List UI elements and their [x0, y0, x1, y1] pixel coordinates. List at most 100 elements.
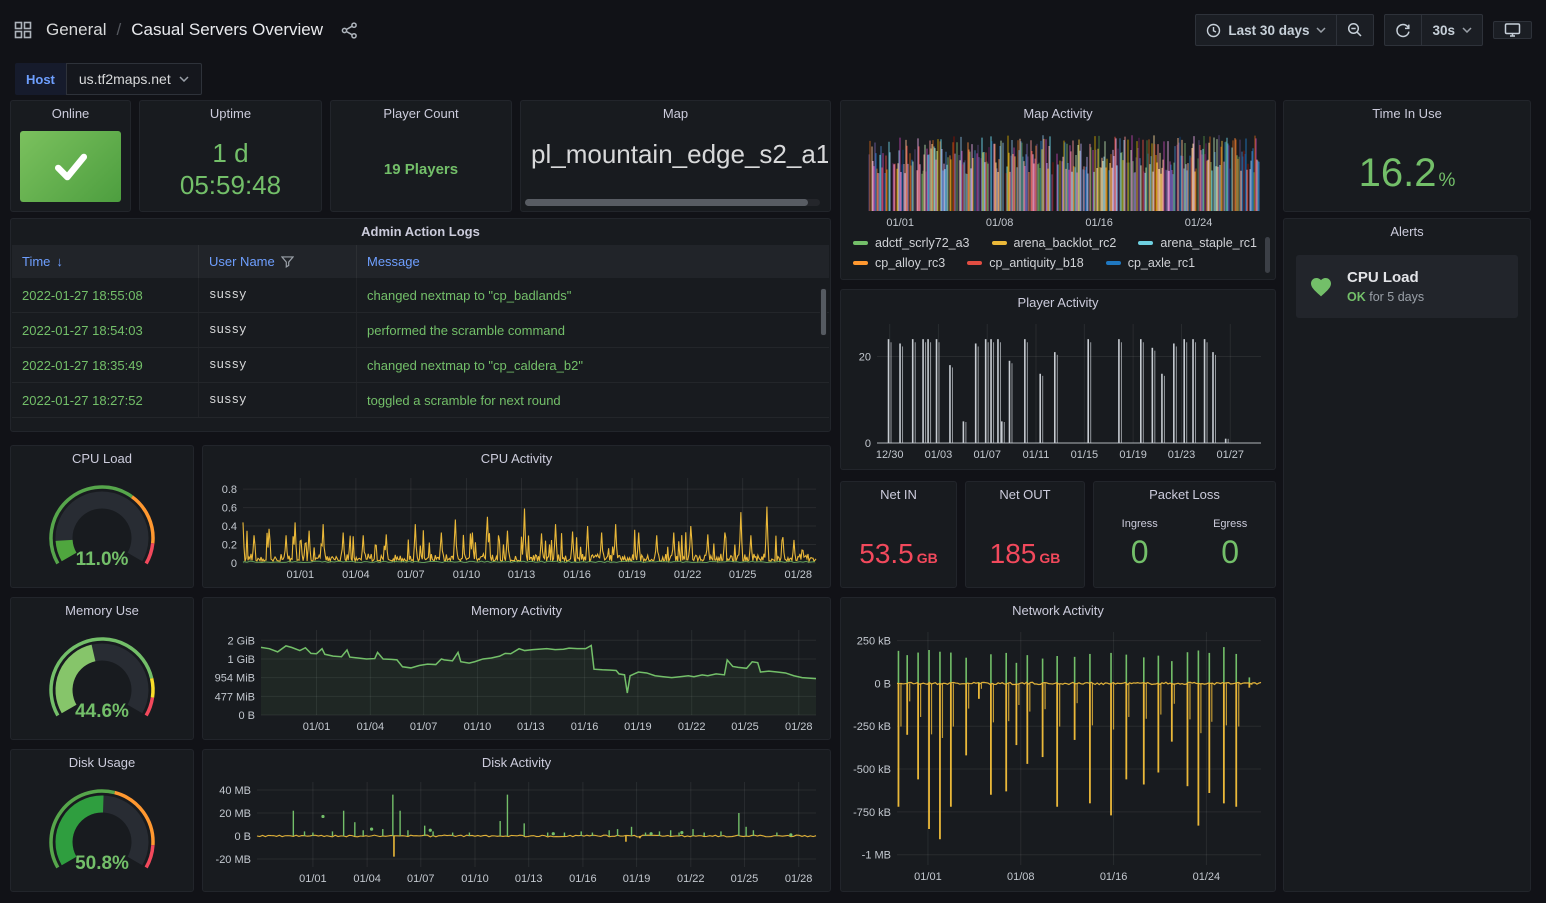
table-row[interactable]: 2022-01-27 18:35:49sussychanged nextmap …: [12, 348, 829, 383]
svg-text:01/16: 01/16: [569, 873, 597, 885]
panel-title-memory-activity[interactable]: Memory Activity: [203, 598, 830, 624]
table-vertical-scrollbar[interactable]: [820, 288, 827, 336]
refresh-interval-picker[interactable]: 30s: [1422, 14, 1483, 46]
table-row[interactable]: 2022-01-27 18:27:52sussytoggled a scramb…: [12, 383, 829, 418]
legend-item[interactable]: arena_staple_rc1: [1138, 236, 1257, 250]
map-horizontal-scrollbar[interactable]: [525, 199, 820, 206]
panel-title-packet-loss[interactable]: Packet Loss: [1094, 482, 1275, 508]
svg-text:-500 kB: -500 kB: [853, 764, 891, 776]
chevron-down-icon: [1316, 27, 1326, 33]
chevron-down-icon: [1462, 27, 1472, 33]
panel-memory-activity: Memory Activity 0 B477 MiB954 MiB1 GiB2 …: [202, 597, 831, 740]
legend-item[interactable]: arena_backlot_rc2: [992, 236, 1117, 250]
svg-text:-750 kB: -750 kB: [853, 807, 891, 819]
panel-title-net-out[interactable]: Net OUT: [966, 482, 1084, 508]
svg-text:01/01: 01/01: [886, 217, 914, 229]
packet-loss-egress-value: 0: [1213, 534, 1247, 571]
svg-text:01/22: 01/22: [674, 569, 702, 581]
svg-text:0.6: 0.6: [222, 503, 237, 515]
panel-title-network-activity[interactable]: Network Activity: [841, 598, 1275, 624]
log-message: changed nextmap to "cp_caldera_b2": [357, 348, 829, 382]
svg-text:01/27: 01/27: [1217, 449, 1245, 461]
alert-item[interactable]: CPU LoadOK for 5 days: [1296, 255, 1518, 318]
svg-text:01/08: 01/08: [986, 217, 1014, 229]
panel-title-player-activity[interactable]: Player Activity: [841, 290, 1275, 316]
legend-swatch: [992, 241, 1007, 245]
tv-mode-button[interactable]: [1493, 21, 1532, 39]
breadcrumb-dashboard-title[interactable]: Casual Servers Overview: [131, 20, 323, 40]
panel-packet-loss: Packet Loss Ingress 0 Egress 0: [1093, 481, 1276, 588]
svg-text:0.8: 0.8: [222, 484, 237, 496]
svg-text:0: 0: [865, 438, 871, 450]
legend-item[interactable]: cp_antiquity_b18: [967, 256, 1084, 270]
panel-title-memory-use[interactable]: Memory Use: [11, 598, 193, 624]
panel-title-disk-activity[interactable]: Disk Activity: [203, 750, 830, 776]
log-user: sussy: [199, 278, 357, 312]
table-row[interactable]: 2022-01-27 18:55:08sussychanged nextmap …: [12, 278, 829, 313]
panel-title-disk-usage[interactable]: Disk Usage: [11, 750, 193, 776]
memory-activity-chart[interactable]: 0 B477 MiB954 MiB1 GiB2 GiB01/0101/0401/…: [209, 624, 824, 735]
panel-title-admin-logs[interactable]: Admin Action Logs: [11, 219, 830, 245]
host-variable-value: us.tf2maps.net: [79, 71, 171, 87]
host-variable-dropdown[interactable]: us.tf2maps.net: [66, 63, 202, 95]
map-activity-chart[interactable]: 01/0101/0801/1601/24: [847, 129, 1267, 231]
panel-title-map-activity[interactable]: Map Activity: [841, 101, 1275, 127]
network-activity-chart[interactable]: 250 kB0 B-250 kB-500 kB-750 kB-1 MB01/01…: [847, 626, 1269, 885]
svg-text:01/25: 01/25: [731, 721, 759, 733]
panel-title-player-count[interactable]: Player Count: [331, 101, 511, 127]
log-user: sussy: [199, 383, 357, 417]
map-activity-legend: adctf_scrly72_a3 arena_backlot_rc2 arena_s…: [853, 233, 1259, 275]
panel-title-time-in-use[interactable]: Time In Use: [1284, 101, 1530, 127]
panel-alerts: Alerts CPU LoadOK for 5 days: [1283, 218, 1531, 892]
dashboards-grid-icon[interactable]: [14, 21, 32, 39]
panel-player-count: Player Count 19 Players: [330, 100, 512, 212]
svg-text:01/19: 01/19: [623, 873, 651, 885]
legend-item[interactable]: adctf_scrly72_a3: [853, 236, 970, 250]
host-variable-label[interactable]: Host: [15, 63, 66, 95]
refresh-button[interactable]: [1384, 14, 1422, 46]
column-header-time[interactable]: Time↓: [12, 245, 199, 278]
svg-text:12/30: 12/30: [876, 449, 904, 461]
svg-text:-20 MB: -20 MB: [216, 854, 251, 866]
svg-text:01/13: 01/13: [508, 569, 536, 581]
svg-text:01/07: 01/07: [397, 569, 425, 581]
log-message: changed nextmap to "cp_badlands": [357, 278, 829, 312]
legend-scrollbar[interactable]: [1265, 237, 1270, 273]
panel-title-map[interactable]: Map: [521, 101, 830, 127]
panel-title-uptime[interactable]: Uptime: [140, 101, 321, 127]
disk-activity-chart[interactable]: -20 MB0 B20 MB40 MB01/0101/0401/0701/100…: [209, 776, 824, 887]
column-header-message[interactable]: Message: [357, 245, 829, 278]
svg-text:20: 20: [859, 351, 871, 363]
player-activity-chart[interactable]: 02012/3001/0301/0701/1101/1501/1901/2301…: [847, 318, 1269, 463]
share-icon[interactable]: [341, 22, 358, 39]
disk-usage-gauge: 50.8%: [19, 778, 185, 887]
legend-item[interactable]: cp_alloy_rc3: [853, 256, 945, 270]
panel-admin-logs: Admin Action Logs Time↓User NameMessage2…: [10, 218, 831, 432]
breadcrumb-folder[interactable]: General: [46, 20, 106, 40]
time-range-picker[interactable]: Last 30 days: [1195, 14, 1337, 46]
column-header-user-name[interactable]: User Name: [199, 245, 357, 278]
net-out-value: 185: [990, 538, 1037, 570]
panel-title-online[interactable]: Online: [11, 101, 130, 127]
svg-text:01/16: 01/16: [571, 721, 599, 733]
zoom-out-button[interactable]: [1337, 14, 1374, 46]
panel-title-alerts[interactable]: Alerts: [1284, 219, 1530, 245]
legend-item[interactable]: cp_axle_rc1: [1106, 256, 1195, 270]
filter-icon: [281, 256, 294, 268]
checkmark-icon: [49, 145, 93, 189]
log-user: sussy: [199, 313, 357, 347]
nav-controls: Last 30 days 30s: [1195, 14, 1532, 46]
panel-net-in: Net IN 53.5 GB: [840, 481, 957, 588]
heart-icon: [1308, 275, 1334, 299]
grafana-dashboard: General / Casual Servers Overview L: [0, 0, 1546, 903]
cpu-activity-chart[interactable]: 00.20.40.60.801/0101/0401/0701/1001/1301…: [209, 472, 824, 583]
uptime-value: 1 d 05:59:48: [180, 137, 281, 202]
packet-loss-egress-label: Egress: [1213, 518, 1247, 530]
panel-memory-use-gauge: Memory Use 44.6%: [10, 597, 194, 740]
log-user: sussy: [199, 348, 357, 382]
panel-title-cpu-load[interactable]: CPU Load: [11, 446, 193, 472]
panel-title-net-in[interactable]: Net IN: [841, 482, 956, 508]
table-row[interactable]: 2022-01-27 18:54:03sussyperformed the sc…: [12, 313, 829, 348]
panel-title-cpu-activity[interactable]: CPU Activity: [203, 446, 830, 472]
map-name-value: pl_mountain_edge_s2_a1: [531, 139, 828, 170]
